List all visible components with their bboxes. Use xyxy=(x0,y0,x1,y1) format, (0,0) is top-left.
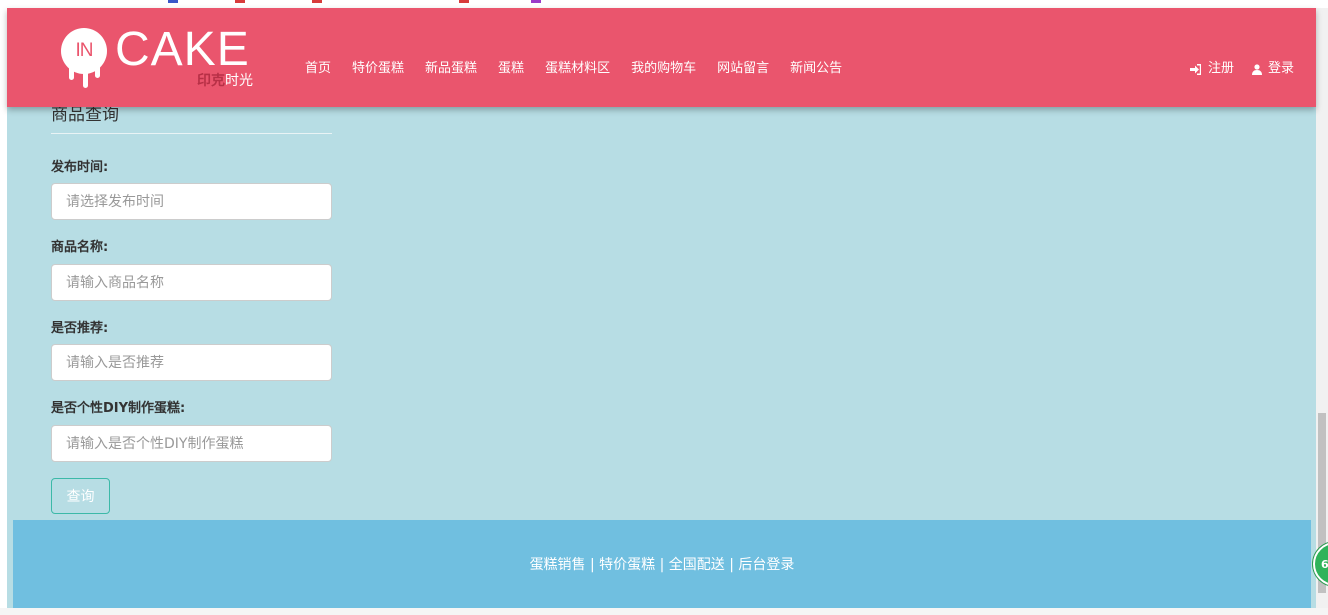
bookmark-icon xyxy=(312,0,322,3)
login-label: 登录 xyxy=(1267,61,1294,76)
logo-drip xyxy=(95,64,100,78)
browser-bottom-strip xyxy=(0,608,1328,615)
product-name-input[interactable] xyxy=(51,264,332,301)
site-header: IN CAKE 印克时光 首页 特价蛋糕 新品蛋糕 蛋糕 蛋糕材料区 我的购物车… xyxy=(7,8,1316,107)
publish-time-label: 发布时间: xyxy=(51,160,109,175)
diy-cake-label: 是否个性DIY制作蛋糕: xyxy=(51,401,186,416)
site-logo[interactable]: IN CAKE 印克时光 xyxy=(61,22,261,92)
publish-time-input[interactable] xyxy=(51,183,332,220)
logo-drip xyxy=(83,66,88,88)
recommended-input[interactable] xyxy=(51,344,332,381)
product-name-label: 商品名称: xyxy=(51,240,109,255)
nav-my-cart[interactable]: 我的购物车 xyxy=(631,59,696,79)
nav-cake-materials[interactable]: 蛋糕材料区 xyxy=(545,59,610,79)
browser-bookmark-strip xyxy=(0,0,1328,8)
user-icon xyxy=(1251,63,1262,75)
query-button[interactable]: 查询 xyxy=(51,478,110,514)
footer-links: 蛋糕销售 | 特价蛋糕 | 全国配送 | 后台登录 xyxy=(529,557,795,573)
nav-news[interactable]: 新闻公告 xyxy=(790,59,842,79)
account-links: 注册 登录 xyxy=(1189,59,1294,79)
login-link[interactable]: 登录 xyxy=(1251,59,1294,79)
page-scrollbar[interactable] xyxy=(1316,8,1328,608)
register-link[interactable]: 注册 xyxy=(1189,59,1234,79)
main-nav: 首页 特价蛋糕 新品蛋糕 蛋糕 蛋糕材料区 我的购物车 网站留言 新闻公告 xyxy=(305,59,863,79)
bookmark-icon xyxy=(531,0,541,3)
nav-guestbook[interactable]: 网站留言 xyxy=(717,59,769,79)
logo-drip xyxy=(69,62,74,80)
nav-cakes[interactable]: 蛋糕 xyxy=(498,59,524,79)
bookmark-icon xyxy=(168,0,178,3)
nav-special-cakes[interactable]: 特价蛋糕 xyxy=(352,59,404,79)
nav-new-cakes[interactable]: 新品蛋糕 xyxy=(425,59,477,79)
sign-in-icon xyxy=(1189,63,1202,75)
diy-cake-input[interactable] xyxy=(51,425,332,462)
page: IN CAKE 印克时光 首页 特价蛋糕 新品蛋糕 蛋糕 蛋糕材料区 我的购物车… xyxy=(7,8,1316,608)
nav-home[interactable]: 首页 xyxy=(305,59,331,79)
search-panel-title: 商品查询 xyxy=(51,104,332,134)
bookmark-icon xyxy=(459,0,469,3)
recommended-label: 是否推荐: xyxy=(51,321,109,336)
register-label: 注册 xyxy=(1207,61,1234,76)
site-footer: 蛋糕销售 | 特价蛋糕 | 全国配送 | 后台登录 xyxy=(13,520,1311,608)
logo-subtitle: 印克时光 xyxy=(197,73,253,89)
bookmark-icon xyxy=(235,0,245,3)
